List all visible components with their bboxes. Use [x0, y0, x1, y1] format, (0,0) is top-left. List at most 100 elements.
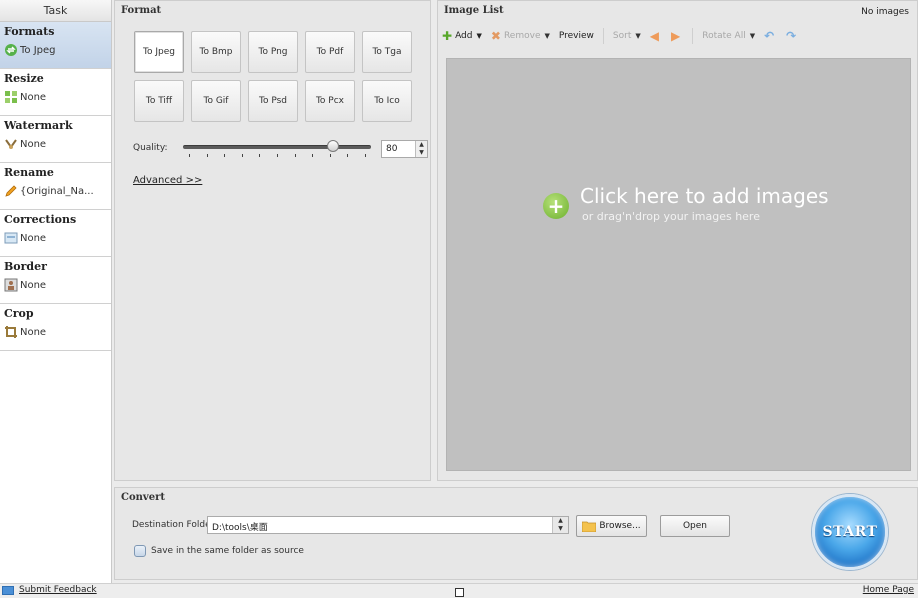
spin-arrows-icon[interactable]: ▲ ▼ — [415, 141, 427, 157]
rotate-right-button[interactable]: ↷ — [786, 29, 799, 43]
format-button-ico[interactable]: To Ico — [362, 80, 412, 122]
rotate-left-button[interactable]: ↶ — [764, 29, 777, 43]
start-button[interactable]: START — [812, 494, 888, 570]
task-section-corrections[interactable]: Corrections None — [0, 210, 111, 257]
quality-value[interactable]: 80 — [386, 144, 397, 154]
same-folder-label: Save in the same folder as source — [151, 546, 304, 556]
task-panel: Task Formats To Jpeg Resize None Waterma… — [0, 0, 112, 583]
start-label: START — [822, 524, 878, 540]
format-button-png[interactable]: To Png — [248, 31, 298, 73]
move-right-button[interactable]: ▶ — [671, 29, 683, 43]
chevron-down-icon[interactable]: ▼ — [544, 32, 549, 40]
format-button-jpeg[interactable]: To Jpeg — [134, 31, 184, 73]
format-button-bmp[interactable]: To Bmp — [191, 31, 241, 73]
watermark-icon — [5, 139, 17, 149]
add-images-icon[interactable]: + — [543, 193, 569, 219]
task-value: None — [20, 326, 47, 338]
quality-slider[interactable] — [183, 138, 371, 160]
slider-tick — [224, 154, 225, 157]
rotate-left-icon: ↶ — [764, 29, 775, 43]
quality-row: Quality: 80 ▲ ▼ — [133, 138, 428, 160]
task-section-formats[interactable]: Formats To Jpeg — [0, 22, 111, 69]
dropdown-arrows-icon[interactable]: ▲ ▼ — [552, 517, 568, 533]
image-list-toolbar: ✚ Add ▼ ✖ Remove ▼ Preview Sort ▼ ◀ ▶ Ro… — [442, 25, 915, 47]
convert-panel-title: Convert — [121, 492, 165, 503]
slider-tick — [277, 154, 278, 157]
feedback-label: Submit Feedback — [19, 585, 97, 595]
format-grid: To Jpeg To Bmp To Png To Pdf To Tga To T… — [134, 31, 412, 122]
task-section-resize[interactable]: Resize None — [0, 69, 111, 116]
convert-icon — [5, 44, 17, 56]
slider-tick — [347, 154, 348, 157]
browse-button[interactable]: Browse... — [576, 515, 647, 537]
quality-label: Quality: — [133, 143, 168, 153]
slider-tick — [312, 154, 313, 157]
task-title: Border — [4, 260, 47, 273]
preview-button[interactable]: Preview — [559, 31, 594, 41]
chevron-down-icon[interactable]: ▼ — [635, 32, 640, 40]
task-value: None — [20, 279, 47, 291]
task-title: Resize — [4, 72, 44, 85]
add-button[interactable]: ✚ Add ▼ — [442, 29, 482, 43]
toolbar-separator — [602, 28, 604, 44]
home-page-link[interactable]: Home Page — [863, 585, 914, 595]
task-header: Task — [0, 0, 111, 22]
preview-label: Preview — [558, 31, 594, 41]
task-title: Watermark — [4, 119, 73, 132]
image-list-title: Image List — [444, 5, 504, 16]
slider-tick — [207, 154, 208, 157]
task-section-watermark[interactable]: Watermark None — [0, 116, 111, 163]
quality-stepper[interactable]: 80 ▲ ▼ — [381, 140, 428, 158]
remove-label: Remove — [503, 31, 541, 41]
destination-folder-input[interactable]: D:\tools\桌面 — [207, 516, 569, 534]
chevron-down-icon[interactable]: ▼ — [750, 32, 755, 40]
sort-button[interactable]: Sort ▼ — [613, 31, 641, 41]
task-section-rename[interactable]: Rename {Original_Na... — [0, 163, 111, 210]
folder-icon — [582, 521, 597, 532]
open-button[interactable]: Open — [660, 515, 730, 537]
add-label: Add — [455, 31, 473, 41]
image-count-status: No images — [861, 7, 909, 17]
format-button-pdf[interactable]: To Pdf — [305, 31, 355, 73]
destination-row: Destination Folder: D:\tools\桌面 ▲ ▼ Brows… — [132, 515, 732, 537]
quality-slider-thumb[interactable] — [327, 140, 339, 152]
same-folder-checkbox[interactable] — [134, 545, 146, 557]
feedback-icon — [2, 585, 14, 595]
format-button-tiff[interactable]: To Tiff — [134, 80, 184, 122]
task-value: None — [20, 232, 47, 244]
task-value: None — [20, 138, 47, 150]
toolbar-separator — [692, 28, 694, 44]
arrow-left-icon: ◀ — [649, 29, 659, 43]
destination-label: Destination Folder: — [132, 520, 218, 530]
drop-area-main-text[interactable]: Click here to add images — [580, 184, 829, 208]
task-value: None — [20, 91, 47, 103]
task-section-crop[interactable]: Crop None — [0, 304, 111, 351]
remove-button[interactable]: ✖ Remove ▼ — [491, 29, 550, 43]
pencil-icon — [5, 185, 17, 197]
format-panel-title: Format — [121, 5, 162, 16]
plus-icon: ✚ — [442, 29, 453, 43]
rotate-all-button[interactable]: Rotate All ▼ — [702, 31, 755, 41]
drop-area-sub-text: or drag'n'drop your images here — [582, 210, 760, 223]
slider-tick — [295, 154, 296, 157]
image-drop-area[interactable]: + Click here to add images or drag'n'dro… — [446, 58, 911, 471]
task-title: Crop — [4, 307, 34, 320]
remove-icon: ✖ — [490, 29, 501, 43]
advanced-link[interactable]: Advanced >> — [133, 175, 202, 186]
slider-tick — [330, 154, 331, 157]
task-section-border[interactable]: Border None — [0, 257, 111, 304]
task-title: Corrections — [4, 213, 77, 226]
quality-slider-track[interactable] — [183, 145, 371, 149]
image-list-panel: Image List No images ✚ Add ▼ ✖ Remove ▼ … — [437, 0, 918, 481]
same-folder-option[interactable]: Save in the same folder as source — [134, 545, 304, 557]
format-button-gif[interactable]: To Gif — [191, 80, 241, 122]
move-left-button[interactable]: ◀ — [650, 29, 662, 43]
task-value: To Jpeg — [20, 44, 56, 56]
submit-feedback-link[interactable]: Submit Feedback — [2, 585, 97, 595]
chevron-down-icon[interactable]: ▼ — [477, 32, 482, 40]
format-button-pcx[interactable]: To Pcx — [305, 80, 355, 122]
format-button-tga[interactable]: To Tga — [362, 31, 412, 73]
format-button-psd[interactable]: To Psd — [248, 80, 298, 122]
arrow-right-icon: ▶ — [671, 29, 681, 43]
sort-label: Sort — [612, 31, 632, 41]
